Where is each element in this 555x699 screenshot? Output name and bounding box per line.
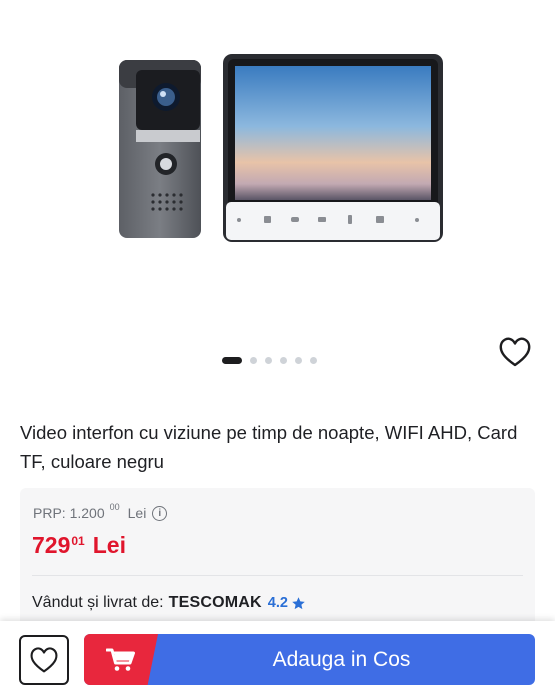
seller-name-link[interactable]: TESCOMAK [169, 594, 262, 612]
prp-label: PRP: 1.200 [33, 505, 105, 521]
recommended-price: PRP: 1.200 00 Lei i [33, 502, 168, 521]
seller-info: Vândut și livrat de: TESCOMAK 4.2 [32, 594, 306, 612]
prp-decimals: 00 [109, 502, 120, 512]
heart-icon [499, 337, 531, 367]
pagination-dot[interactable] [295, 357, 302, 364]
shopping-cart-icon [106, 648, 135, 671]
pagination-dot[interactable] [265, 357, 272, 364]
add-to-cart-label: Adauga in Cos [272, 647, 411, 671]
product-gallery[interactable] [0, 0, 555, 390]
sale-price: 729 01 Lei [32, 532, 126, 559]
price-integer: 729 [32, 532, 71, 558]
product-title: Video interfon cu viziune pe timp de noa… [20, 422, 518, 472]
product-image[interactable] [108, 50, 448, 246]
prp-currency: Lei [127, 505, 147, 521]
pagination-dot[interactable] [250, 357, 257, 364]
add-to-favorites-button[interactable] [19, 635, 69, 685]
favorite-button[interactable] [498, 336, 532, 368]
price-decimals: 01 [71, 534, 85, 548]
add-to-cart-button[interactable]: Adauga in Cos [84, 634, 535, 685]
info-icon[interactable]: i [152, 506, 168, 521]
bottom-action-bar: Adauga in Cos [0, 621, 555, 699]
pagination-dot-active[interactable] [222, 357, 242, 364]
cart-icon-box [84, 634, 158, 685]
seller-label: Vândut și livrat de: [32, 594, 164, 611]
price-currency: Lei [92, 532, 126, 558]
gallery-pagination [222, 357, 317, 364]
pagination-dot[interactable] [280, 357, 287, 364]
star-icon [292, 596, 305, 609]
seller-rating: 4.2 [267, 595, 288, 611]
heart-icon [30, 647, 58, 673]
pagination-dot[interactable] [310, 357, 317, 364]
price-card: PRP: 1.200 00 Lei i 729 01 Lei Vândut și… [20, 488, 535, 628]
divider [32, 575, 523, 576]
